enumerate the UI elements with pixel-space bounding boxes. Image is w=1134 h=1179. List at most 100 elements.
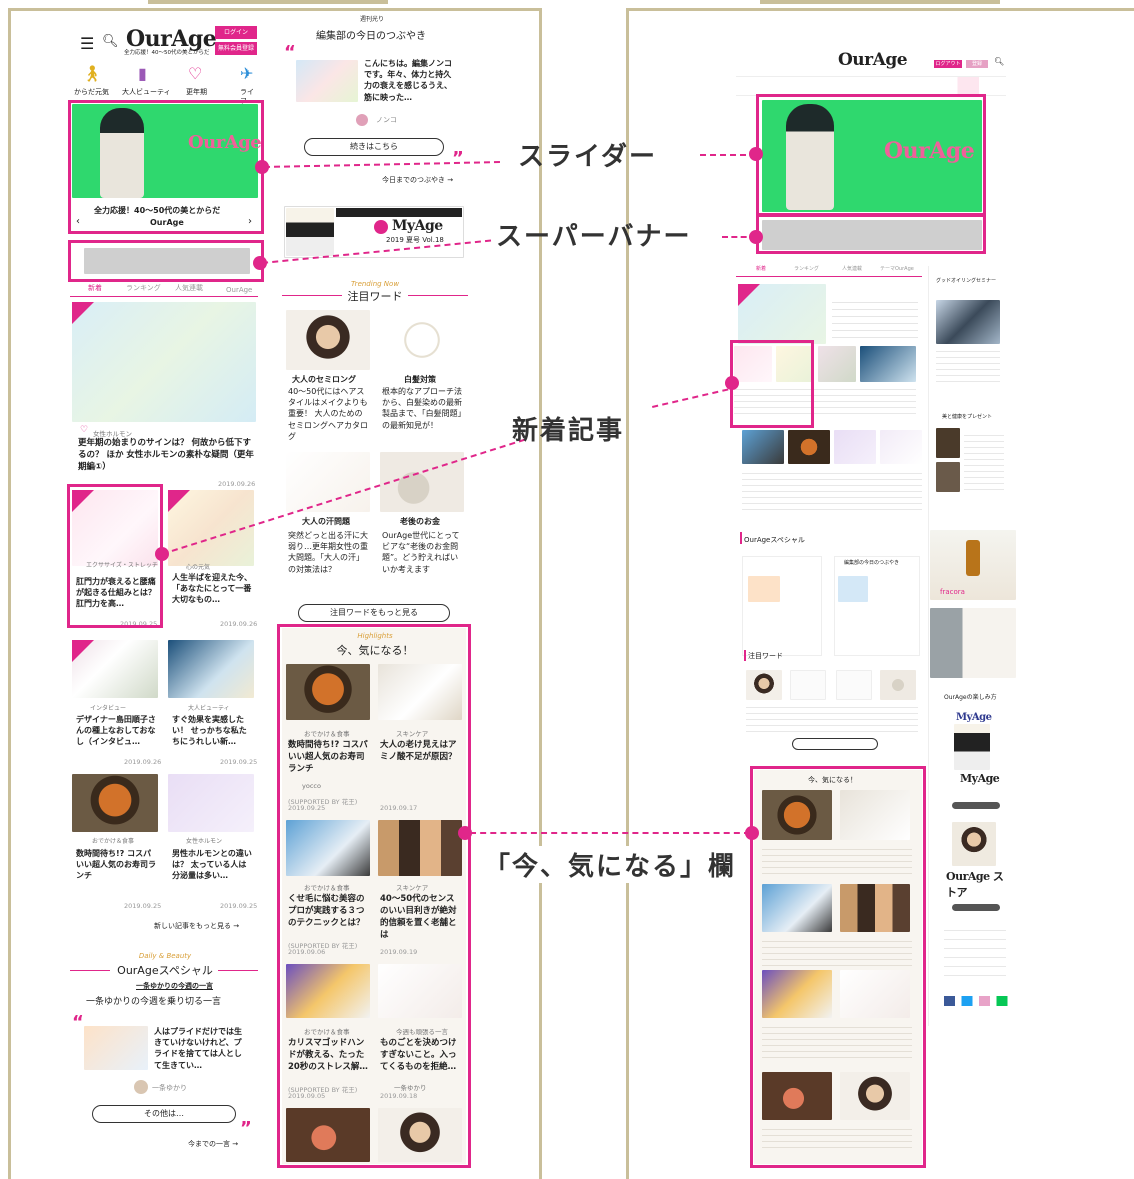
article-category: 女性ホルモン (186, 838, 223, 845)
word-title[interactable]: 大人の汗問題 (302, 516, 350, 527)
special-more-button[interactable]: その他は… (92, 1105, 236, 1123)
figure-icon[interactable]: 🚶︎ (82, 64, 102, 83)
tsubuyaki-label: 週刊光り (360, 16, 385, 23)
desktop-new-article-highlight (730, 340, 814, 428)
myage-cover (286, 208, 334, 256)
tsubuyaki-more-link[interactable]: 今日までのつぶやき → (382, 176, 453, 185)
quote-open-icon: “ (72, 1012, 84, 1033)
register-button[interactable]: 登録 (966, 60, 988, 68)
side-seminar[interactable]: グッドオイリングセミナー (936, 278, 996, 285)
tab-popular[interactable]: 人気連載 (175, 284, 203, 293)
desktop-tab-theme[interactable]: テーマOurAge (880, 266, 914, 273)
desktop-tab-ranking[interactable]: ランキング (794, 266, 819, 273)
article-category: 心の元気 (186, 564, 211, 571)
callout-super-banner: スーパーバナー (496, 222, 692, 252)
article-title[interactable]: 更年期の始まりのサインは？ 何故から低下するの？ ほか 女性ホルモンの素朴な疑問… (78, 438, 254, 474)
side-store-logo[interactable]: OurAge ストア (946, 868, 1010, 900)
side-myage-logo-2: MyAge (960, 772, 1000, 785)
search-icon[interactable]: 🔍︎ (994, 57, 1004, 66)
words-more-button[interactable]: 注目ワードをもっと見る (298, 604, 450, 622)
trending-subtitle: Trending Now (350, 280, 400, 288)
article-title[interactable]: 人生半ばを迎えた今、「あなたにとって一番大切なもの… (172, 572, 254, 606)
tsubuyaki-image (296, 60, 358, 102)
word-title[interactable]: 白髪対策 (404, 374, 436, 385)
social-icons[interactable] (944, 996, 1014, 1006)
category-label[interactable]: からだ元気 (74, 88, 109, 97)
more-articles-link[interactable]: 新しい記事をもっと見る → (154, 922, 239, 931)
desktop-tab-popular[interactable]: 人気連載 (842, 266, 862, 273)
special-author: 一条ゆかり (152, 1084, 187, 1092)
special-quote: 人はプライドだけでは生きていけないけれど、プライドを捨てては人として生きてい… (154, 1027, 242, 1070)
quote-close-icon: ” (240, 1118, 252, 1139)
article-title[interactable]: デザイナー島田順子さんの種上なおしておなし（インタビュ… (76, 714, 158, 748)
desktop-super-banner-highlight (756, 214, 986, 254)
article-image[interactable] (72, 774, 158, 832)
paper-plane-icon[interactable]: ✈︎ (240, 64, 253, 83)
article-title[interactable]: 数時間待ち!? コスパいい超人気のお寿司ランチ (76, 848, 158, 882)
myage-logo: MyAge (392, 218, 443, 234)
site-logo[interactable]: OurAge (126, 26, 217, 52)
article-title[interactable]: 男性ホルモンとの違いは？ 太っている人は分泌量は多い… (172, 848, 254, 882)
super-banner-highlight (68, 240, 264, 282)
word-title[interactable]: 老後のお金 (400, 516, 440, 527)
slider-highlight (68, 100, 264, 234)
desktop-highlights-highlight (750, 766, 926, 1168)
article-category: 大人ビューティ (188, 705, 230, 712)
login-button[interactable]: ログイン (215, 26, 257, 39)
article-image[interactable] (168, 774, 254, 832)
article-category: 女性ホルモン (93, 430, 132, 438)
desktop-special-title: OurAgeスペシャル (744, 536, 805, 544)
word-image[interactable] (286, 310, 370, 370)
category-label[interactable]: 大人ビューティ (122, 88, 171, 97)
special-heading: 一条ゆかりの今週を乗り切る一言 (86, 997, 222, 1007)
tsubuyaki-text: こんにちは。編集ノンコです。年々、体力と持久力の衰えを感じるうえ、筋に映った… (364, 59, 452, 102)
tsubuyaki-author: ノンコ (376, 116, 397, 124)
tab-ourage[interactable]: OurAge (226, 286, 252, 295)
avatar (356, 114, 368, 126)
logout-button[interactable]: ログアウト (934, 60, 962, 68)
hamburger-icon[interactable]: ☰ (80, 34, 94, 53)
tab-new[interactable]: 新着 (88, 284, 102, 293)
article-category: おでかけ＆食事 (92, 838, 135, 845)
register-button[interactable]: 無料会員登録 (215, 42, 257, 55)
word-image[interactable] (380, 310, 464, 370)
article-date: 2019.09.25 (124, 902, 162, 910)
tsubuyaki-button[interactable]: 続きはこちら (304, 138, 444, 156)
search-icon[interactable]: 🔍︎ (102, 34, 119, 49)
article-date: 2019.09.26 (218, 480, 256, 488)
site-tagline: 全力応援！40〜50代の美とからだ (124, 50, 210, 56)
category-label[interactable]: 更年期 (186, 88, 207, 97)
special-image (84, 1026, 148, 1070)
new-article-highlight (67, 484, 163, 628)
lipstick-icon[interactable]: ▮ (138, 64, 147, 83)
desktop-logo[interactable]: OurAge (838, 50, 908, 70)
quote-open-icon: “ (284, 42, 296, 63)
desktop-tab-new[interactable]: 新着 (756, 266, 766, 273)
special-subtitle: Daily & Beauty (138, 952, 192, 960)
avatar (134, 1080, 148, 1094)
special-more-link[interactable]: 今までの一言 → (188, 1140, 238, 1149)
word-title[interactable]: 大人のセミロング (292, 374, 356, 385)
side-tanoshimikata: OurAgeの楽しみ方 (944, 694, 997, 701)
article-title[interactable]: すぐ効果を実感したい！ せっかちな私たちにうれしい新… (172, 714, 254, 748)
article-image[interactable] (168, 640, 254, 698)
word-desc: OurAge世代にとってビアな“老後のお金問題”。どう貯えればいいか考えます (382, 531, 460, 574)
myage-dot (374, 220, 388, 234)
desktop-trending-title: 注目ワード (748, 652, 783, 660)
tab-ranking[interactable]: ランキング (126, 284, 161, 293)
side-present[interactable]: 美と健康をプレゼント (942, 414, 992, 421)
special-title: OurAgeスペシャル (117, 964, 213, 977)
side-myage-logo[interactable]: MyAge (956, 712, 992, 723)
article-date: 2019.09.25 (220, 758, 258, 766)
heart-icon: ♡ (80, 425, 89, 435)
highlights-highlight (277, 624, 471, 1168)
word-image[interactable] (286, 452, 370, 512)
article-date: 2019.09.25 (220, 902, 258, 910)
tsubuyaki-title: 編集部の今日のつぶやき (316, 31, 426, 42)
desktop-slider-highlight (756, 94, 986, 216)
callout-slider: スライダー (518, 142, 657, 172)
article-image[interactable] (72, 302, 256, 422)
heart-icon[interactable]: ♡ (188, 64, 202, 83)
special-label: 一条ゆかりの今週の一言 (136, 982, 213, 990)
fracora-logo: fracora (940, 588, 965, 596)
